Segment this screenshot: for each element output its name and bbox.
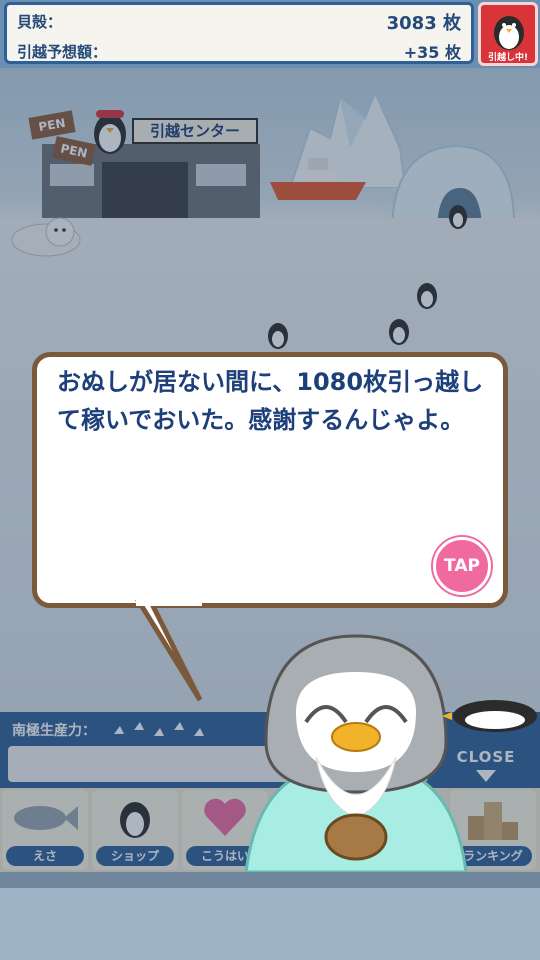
lying-penguin	[442, 700, 537, 732]
status-bar: 貝殻： 3083 枚 引越予想額： +35 枚 引越し中!	[0, 0, 540, 68]
dialog-message: おぬしが居ない間に、1080枚引っ越して稼いでおいた。感謝するんじゃよ。	[57, 368, 484, 434]
elder-penguin	[244, 634, 468, 872]
dialog-bubble[interactable]: おぬしが居ない間に、1080枚引っ越して稼いでおいた。感謝するんじゃよ。 TAP	[32, 352, 508, 608]
moving-status-label: 引越し中!	[487, 53, 529, 63]
moving-status-button[interactable]: 引越し中!	[478, 2, 538, 66]
shells-value: 3083 枚	[386, 13, 461, 34]
currency-panel: 貝殻： 3083 枚 引越予想額： +35 枚	[4, 2, 474, 64]
penguin-icon	[494, 16, 524, 50]
tap-indicator[interactable]: TAP	[433, 537, 491, 595]
shells-label: 貝殻：	[17, 13, 63, 31]
moving-estimate-value: +35 枚	[403, 43, 461, 62]
moving-estimate-label: 引越予想額：	[17, 43, 108, 61]
dialog-bubble-tail	[135, 600, 203, 702]
